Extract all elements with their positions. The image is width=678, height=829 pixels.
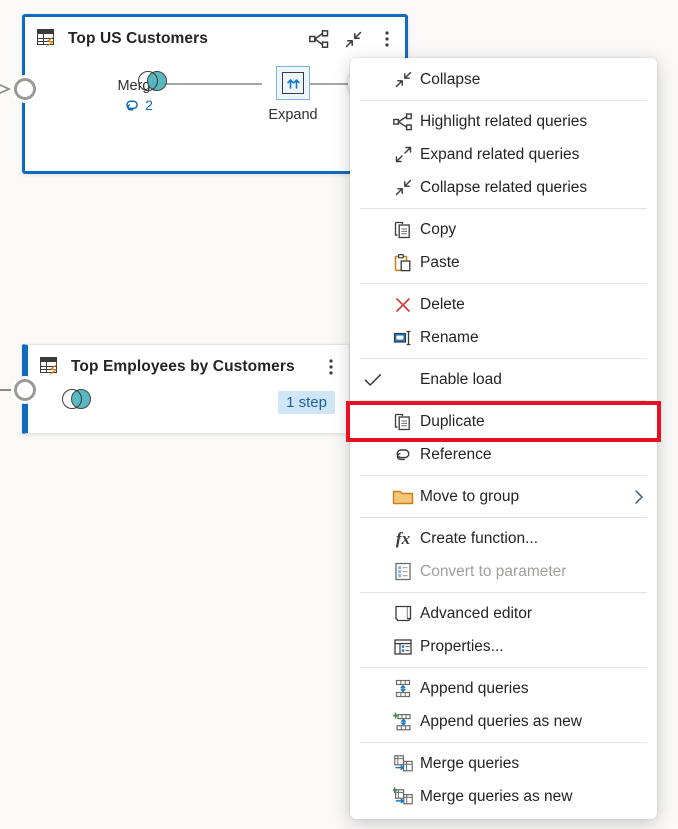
menu-separator	[360, 283, 647, 284]
step-count-badge: 1 step	[278, 391, 335, 414]
menu-item-label: Merge queries	[420, 755, 519, 773]
menu-item-label: Create function...	[420, 530, 538, 548]
menu-item-move-to-group[interactable]: Move to group	[350, 480, 657, 513]
collapse-related-icon	[386, 178, 420, 197]
query-table-lightning-icon: ⚡	[40, 357, 62, 377]
query-diagram-canvas: ⚡ Top Employees by Customers	[0, 0, 678, 829]
menu-item-label: Duplicate	[420, 413, 485, 431]
menu-item-append-queries-as-new[interactable]: Append queries as new	[350, 705, 657, 738]
menu-separator	[360, 592, 647, 593]
merge-step[interactable]: Merge 2	[98, 71, 178, 113]
menu-item-rename[interactable]: Rename	[350, 321, 657, 354]
menu-item-merge-queries[interactable]: Merge queries	[350, 747, 657, 780]
menu-item-advanced-editor[interactable]: Advanced editor	[350, 597, 657, 630]
append-queries-new-icon	[386, 712, 420, 731]
menu-item-label: Collapse	[420, 71, 480, 89]
menu-item-label: Convert to parameter	[420, 563, 566, 581]
menu-item-delete[interactable]: Delete	[350, 288, 657, 321]
menu-item-duplicate[interactable]: Duplicate	[350, 405, 657, 438]
step-reference-count: 2	[145, 97, 153, 113]
highlight-related-icon	[386, 113, 420, 131]
menu-item-label: Properties...	[420, 638, 504, 656]
expand-columns-icon	[276, 66, 310, 100]
menu-separator	[360, 400, 647, 401]
card-steps: 1 step	[28, 389, 349, 431]
chevron-right-icon	[633, 488, 645, 506]
menu-separator	[360, 517, 647, 518]
more-options-icon[interactable]	[377, 29, 397, 49]
folder-icon	[386, 488, 420, 506]
menu-item-label: Advanced editor	[420, 605, 532, 623]
menu-item-enable-load[interactable]: Enable load	[350, 363, 657, 396]
append-queries-icon	[386, 679, 420, 698]
card-title: Top US Customers	[68, 30, 208, 48]
menu-item-append-queries[interactable]: Append queries	[350, 672, 657, 705]
collapse-icon[interactable]	[343, 29, 363, 49]
menu-item-label: Highlight related queries	[420, 113, 587, 131]
menu-item-merge-queries-as-new[interactable]: Merge queries as new	[350, 780, 657, 813]
menu-item-label: Rename	[420, 329, 479, 347]
reference-link-icon	[123, 98, 141, 112]
query-table-lightning-icon: ⚡	[37, 29, 59, 49]
menu-item-label: Delete	[420, 296, 465, 314]
menu-item-label: Merge queries as new	[420, 788, 573, 806]
expand-step[interactable]: Expand	[253, 66, 333, 123]
merge-queries-icon	[386, 754, 420, 773]
menu-item-label: Expand related queries	[420, 146, 579, 164]
menu-item-reference[interactable]: Reference	[350, 438, 657, 471]
menu-item-label: Collapse related queries	[420, 179, 587, 197]
card1-input-connector[interactable]	[14, 78, 36, 100]
rename-icon	[386, 329, 420, 347]
menu-item-copy[interactable]: Copy	[350, 213, 657, 246]
menu-item-label: Append queries as new	[420, 713, 582, 731]
menu-item-collapse[interactable]: Collapse	[350, 63, 657, 96]
menu-separator	[360, 742, 647, 743]
duplicate-icon	[386, 412, 420, 432]
parameter-icon	[386, 562, 420, 581]
card-steps: Merge 2	[25, 61, 405, 173]
delete-x-icon	[386, 296, 420, 314]
fx-icon: fx	[386, 529, 420, 549]
menu-item-expand-related-queries[interactable]: Expand related queries	[350, 138, 657, 171]
card-title: Top Employees by Customers	[71, 358, 295, 376]
menu-item-create-function[interactable]: fx Create function...	[350, 522, 657, 555]
merge-queries-new-icon	[386, 787, 420, 806]
menu-separator	[360, 100, 647, 101]
menu-item-convert-to-parameter[interactable]: Convert to parameter	[350, 555, 657, 588]
checkmark-icon	[360, 373, 386, 387]
reference-link-icon	[386, 447, 420, 463]
query-context-menu[interactable]: Collapse Highlight related queries	[350, 58, 657, 819]
query-card-top-employees[interactable]: ⚡ Top Employees by Customers	[22, 344, 350, 434]
step-label: Expand	[253, 107, 333, 123]
menu-separator	[360, 667, 647, 668]
advanced-editor-icon	[386, 604, 420, 623]
menu-item-label: Reference	[420, 446, 492, 464]
paste-icon	[386, 253, 420, 273]
menu-item-label: Enable load	[420, 371, 502, 389]
more-options-icon[interactable]	[321, 357, 341, 377]
properties-icon	[386, 638, 420, 656]
menu-item-paste[interactable]: Paste	[350, 246, 657, 279]
menu-item-label: Copy	[420, 221, 456, 239]
card-header: ⚡ Top Employees by Customers	[28, 345, 349, 389]
card2-input-connector[interactable]	[14, 379, 36, 401]
step-reference-badge: 2	[98, 97, 178, 113]
menu-item-label: Paste	[420, 254, 460, 272]
menu-separator	[360, 358, 647, 359]
collapse-icon	[386, 70, 420, 89]
menu-item-properties[interactable]: Properties...	[350, 630, 657, 663]
menu-item-label: Append queries	[420, 680, 529, 698]
menu-item-label: Move to group	[420, 488, 519, 506]
menu-separator	[360, 208, 647, 209]
expand-related-icon	[386, 145, 420, 164]
menu-item-highlight-related-queries[interactable]: Highlight related queries	[350, 105, 657, 138]
copy-icon	[386, 220, 420, 240]
menu-separator	[360, 475, 647, 476]
menu-item-collapse-related-queries[interactable]: Collapse related queries	[350, 171, 657, 204]
card-header: ⚡ Top US Customers	[25, 17, 405, 61]
highlight-related-queries-icon[interactable]	[309, 29, 329, 49]
